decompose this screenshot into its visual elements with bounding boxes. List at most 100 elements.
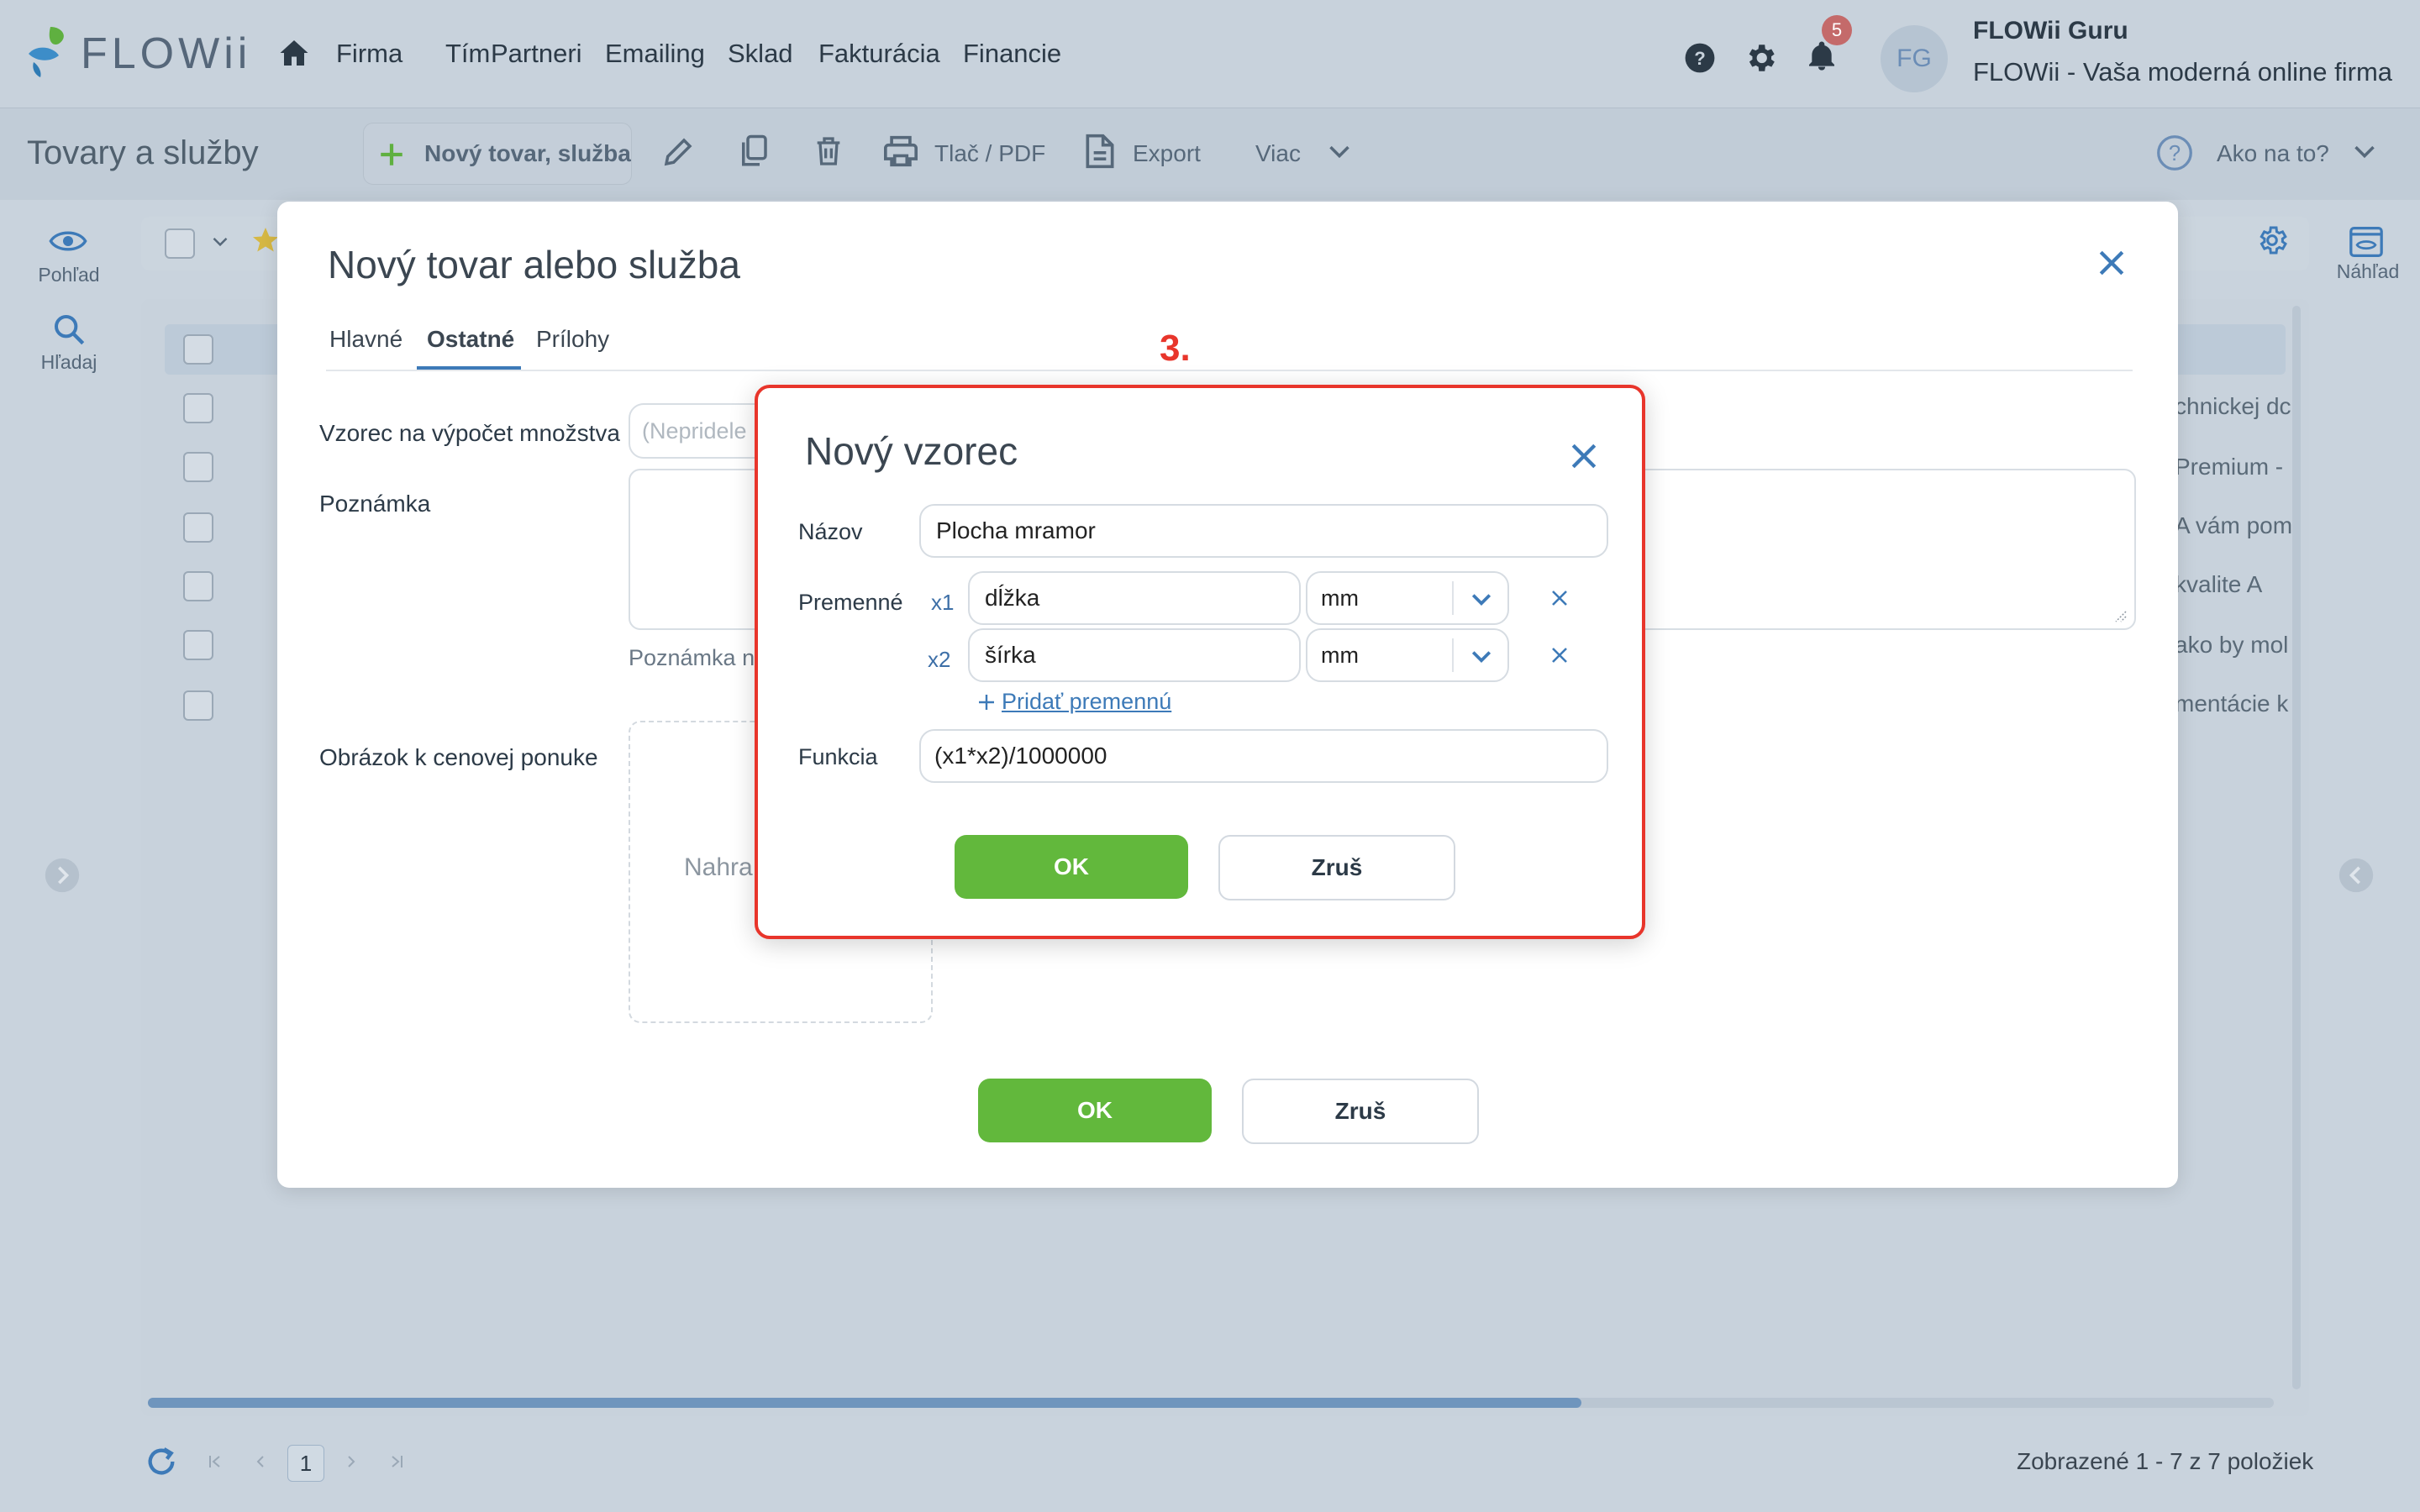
- variable-name-input[interactable]: dĺžka: [968, 571, 1301, 625]
- nav-firma[interactable]: Firma: [336, 39, 402, 69]
- document-icon[interactable]: [1084, 133, 1116, 170]
- variable-name-input[interactable]: šírka: [968, 628, 1301, 682]
- row-checkbox[interactable]: [183, 393, 213, 423]
- how-to-link[interactable]: Ako na to?: [2217, 140, 2329, 167]
- close-icon[interactable]: [2097, 249, 2126, 277]
- copy-icon[interactable]: [736, 133, 771, 170]
- row-checkbox[interactable]: [183, 452, 213, 482]
- last-page-icon[interactable]: [388, 1453, 405, 1470]
- note-hint: Poznámka n: [629, 645, 755, 670]
- edit-icon[interactable]: [660, 134, 696, 170]
- svg-text:?: ?: [1694, 48, 1706, 69]
- export-button[interactable]: Export: [1133, 140, 1201, 167]
- search-icon[interactable]: [52, 312, 86, 346]
- print-button[interactable]: Tlač / PDF: [934, 140, 1045, 167]
- more-button[interactable]: Viac: [1255, 140, 1301, 167]
- tab-prilohy[interactable]: Prílohy: [536, 326, 609, 353]
- help-circle-icon[interactable]: ?: [2156, 134, 2193, 171]
- nav-tim[interactable]: Tím: [445, 39, 490, 69]
- add-variable-link[interactable]: Pridať premennú: [1002, 689, 1171, 715]
- gear-icon[interactable]: [1743, 40, 1778, 76]
- view-label[interactable]: Pohľad: [27, 264, 111, 286]
- help-icon[interactable]: ?: [1684, 42, 1716, 74]
- chevron-down-icon[interactable]: [1470, 648, 1492, 665]
- nav-financie[interactable]: Financie: [963, 39, 1061, 69]
- row-checkbox[interactable]: [183, 571, 213, 601]
- logo-text[interactable]: FLOWii: [81, 29, 251, 79]
- note-label: Poznámka: [319, 491, 431, 517]
- prev-panel-icon[interactable]: [44, 857, 81, 894]
- trash-icon[interactable]: [812, 133, 845, 170]
- variable-index: x1: [931, 590, 955, 615]
- search-label[interactable]: Hľadaj: [27, 351, 111, 374]
- tab-ostatne[interactable]: Ostatné: [427, 326, 514, 353]
- row-checkbox[interactable]: [183, 630, 213, 660]
- formula-name-input[interactable]: Plocha mramor: [919, 504, 1608, 558]
- remove-variable-icon[interactable]: [1549, 645, 1570, 665]
- avatar[interactable]: FG: [1881, 25, 1948, 92]
- next-page-icon[interactable]: [343, 1453, 360, 1470]
- user-name[interactable]: FLOWii Guru: [1973, 17, 2128, 45]
- modal-cancel-button[interactable]: Zruš: [1242, 1079, 1479, 1144]
- refresh-icon[interactable]: [145, 1445, 178, 1478]
- variable-unit-value: mm: [1321, 585, 1359, 611]
- table-row[interactable]: kvalite A: [2175, 571, 2262, 597]
- print-icon[interactable]: [882, 134, 919, 168]
- variable-unit-select[interactable]: mm: [1306, 628, 1509, 682]
- pagination-summary: Zobrazené 1 - 7 z 7 položiek: [2017, 1448, 2314, 1474]
- home-icon[interactable]: [279, 39, 309, 67]
- nav-emailing[interactable]: Emailing: [605, 39, 705, 69]
- horizontal-scrollbar-thumb[interactable]: [148, 1398, 1581, 1408]
- company-name: FLOWii - Vaša moderná online firma: [1973, 57, 2393, 87]
- new-formula-dialog: Nový vzorec Názov Plocha mramor Premenné…: [755, 385, 1645, 939]
- eye-icon[interactable]: [49, 228, 87, 254]
- dialog-cancel-button[interactable]: Zruš: [1218, 835, 1455, 900]
- name-label: Názov: [798, 519, 863, 544]
- row-checkbox[interactable]: [183, 512, 213, 543]
- modal-ok-button[interactable]: OK: [978, 1079, 1212, 1142]
- tab-hlavne[interactable]: Hlavné: [329, 326, 402, 353]
- variables-label: Premenné: [798, 590, 903, 615]
- page-number[interactable]: 1: [287, 1445, 324, 1482]
- nav-fakturacia[interactable]: Fakturácia: [818, 39, 940, 69]
- preview-label[interactable]: Náhľad: [2326, 260, 2410, 283]
- table-row[interactable]: A vám pom: [2175, 512, 2292, 538]
- new-item-button[interactable]: Nový tovar, služba: [363, 123, 632, 185]
- preview-icon[interactable]: [2348, 225, 2385, 259]
- list-settings-icon[interactable]: [2255, 223, 2289, 257]
- upload-text: Nahra: [684, 853, 753, 881]
- table-row[interactable]: Premium -: [2175, 454, 2283, 480]
- row-checkbox[interactable]: [183, 690, 213, 721]
- plus-icon: [381, 144, 402, 165]
- variable-unit-select[interactable]: mm: [1306, 571, 1509, 625]
- formula-label: Vzorec na výpočet množstva: [319, 420, 620, 446]
- help-chevron-icon[interactable]: [2353, 143, 2376, 161]
- dialog-title: Nový vzorec: [805, 429, 1018, 473]
- add-icon[interactable]: [976, 692, 997, 712]
- resize-handle-icon[interactable]: [2111, 606, 2128, 623]
- table-row[interactable]: chnickej dc: [2175, 393, 2291, 419]
- remove-variable-icon[interactable]: [1549, 588, 1570, 608]
- new-item-label: Nový tovar, služba: [424, 140, 631, 166]
- chevron-down-icon[interactable]: [1470, 591, 1492, 608]
- star-icon[interactable]: [250, 225, 281, 255]
- dialog-close-icon[interactable]: [1570, 442, 1598, 470]
- step-marker: 3.: [1160, 328, 1191, 369]
- chevron-down-icon[interactable]: [1328, 143, 1351, 161]
- table-row[interactable]: mentácie k: [2175, 690, 2288, 717]
- top-navigation-bar: FLOWii Firma Tím Partneri Emailing Sklad…: [0, 0, 2420, 108]
- nav-partneri[interactable]: Partneri: [491, 39, 582, 69]
- select-all-checkbox[interactable]: [165, 228, 195, 259]
- first-page-icon[interactable]: [207, 1453, 224, 1470]
- tabs-divider: [326, 370, 2133, 371]
- function-input[interactable]: (x1*x2)/1000000: [919, 729, 1608, 783]
- prev-page-icon[interactable]: [252, 1453, 269, 1470]
- dialog-ok-button[interactable]: OK: [955, 835, 1188, 899]
- notification-badge: 5: [1822, 15, 1852, 45]
- header-checkbox[interactable]: [183, 334, 213, 365]
- select-chevron-icon[interactable]: [212, 235, 229, 249]
- vertical-scrollbar[interactable]: [2292, 306, 2301, 1389]
- table-row[interactable]: ako by mol: [2175, 632, 2288, 658]
- nav-sklad[interactable]: Sklad: [728, 39, 793, 69]
- next-panel-icon[interactable]: [2338, 857, 2375, 894]
